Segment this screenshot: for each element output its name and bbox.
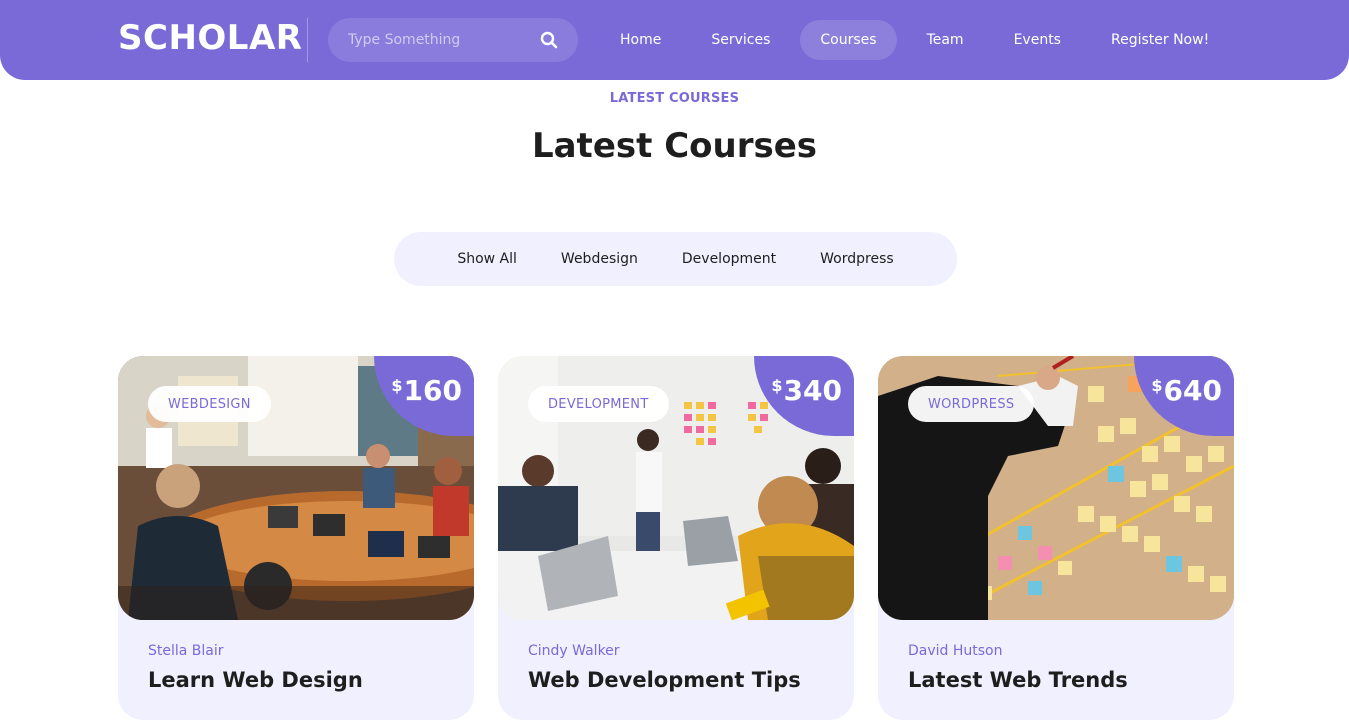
nav-courses[interactable]: Courses <box>800 20 897 60</box>
course-card[interactable]: DEVELOPMENT $340 Cindy Walker Web Develo… <box>498 356 854 720</box>
course-price: $160 <box>391 374 462 407</box>
price-currency: $ <box>771 376 783 395</box>
course-title[interactable]: Web Development Tips <box>528 668 801 692</box>
price-value: 640 <box>1163 374 1222 407</box>
filter-show-all[interactable]: Show All <box>457 251 517 267</box>
course-author: David Hutson <box>908 643 1003 659</box>
course-title[interactable]: Latest Web Trends <box>908 668 1128 692</box>
price-value: 340 <box>783 374 842 407</box>
price-currency: $ <box>391 376 403 395</box>
section-eyebrow: LATEST COURSES <box>609 91 740 106</box>
main-nav: Home Services Courses Team Events Regist… <box>600 20 1239 60</box>
course-price: $640 <box>1151 374 1222 407</box>
course-category-tag: WEBDESIGN <box>148 386 271 422</box>
course-author: Cindy Walker <box>528 643 620 659</box>
course-author: Stella Blair <box>148 643 224 659</box>
filter-wordpress[interactable]: Wordpress <box>820 251 894 267</box>
course-card[interactable]: WEBDESIGN $160 Stella Blair Learn Web De… <box>118 356 474 720</box>
search-icon[interactable] <box>540 31 558 49</box>
course-card[interactable]: WORDPRESS $640 David Hutson Latest Web T… <box>878 356 1234 720</box>
course-category-tag: WORDPRESS <box>908 386 1035 422</box>
section-title: Latest Courses <box>531 126 818 166</box>
price-currency: $ <box>1151 376 1163 395</box>
nav-home[interactable]: Home <box>600 20 681 60</box>
course-filters: Show All Webdesign Development Wordpress <box>394 232 957 286</box>
price-value: 160 <box>403 374 462 407</box>
course-price: $340 <box>771 374 842 407</box>
nav-events[interactable]: Events <box>994 20 1081 60</box>
nav-services[interactable]: Services <box>691 20 790 60</box>
search-box <box>328 18 578 62</box>
course-category-tag: DEVELOPMENT <box>528 386 669 422</box>
filter-webdesign[interactable]: Webdesign <box>561 251 638 267</box>
search-input[interactable] <box>328 18 528 62</box>
course-title[interactable]: Learn Web Design <box>148 668 363 692</box>
header-divider <box>307 18 308 62</box>
nav-register[interactable]: Register Now! <box>1091 20 1229 60</box>
filter-development[interactable]: Development <box>682 251 776 267</box>
logo[interactable]: SCHOLAR <box>118 18 302 58</box>
site-header: SCHOLAR Home Services Courses Team Event… <box>0 0 1349 80</box>
nav-team[interactable]: Team <box>907 20 984 60</box>
